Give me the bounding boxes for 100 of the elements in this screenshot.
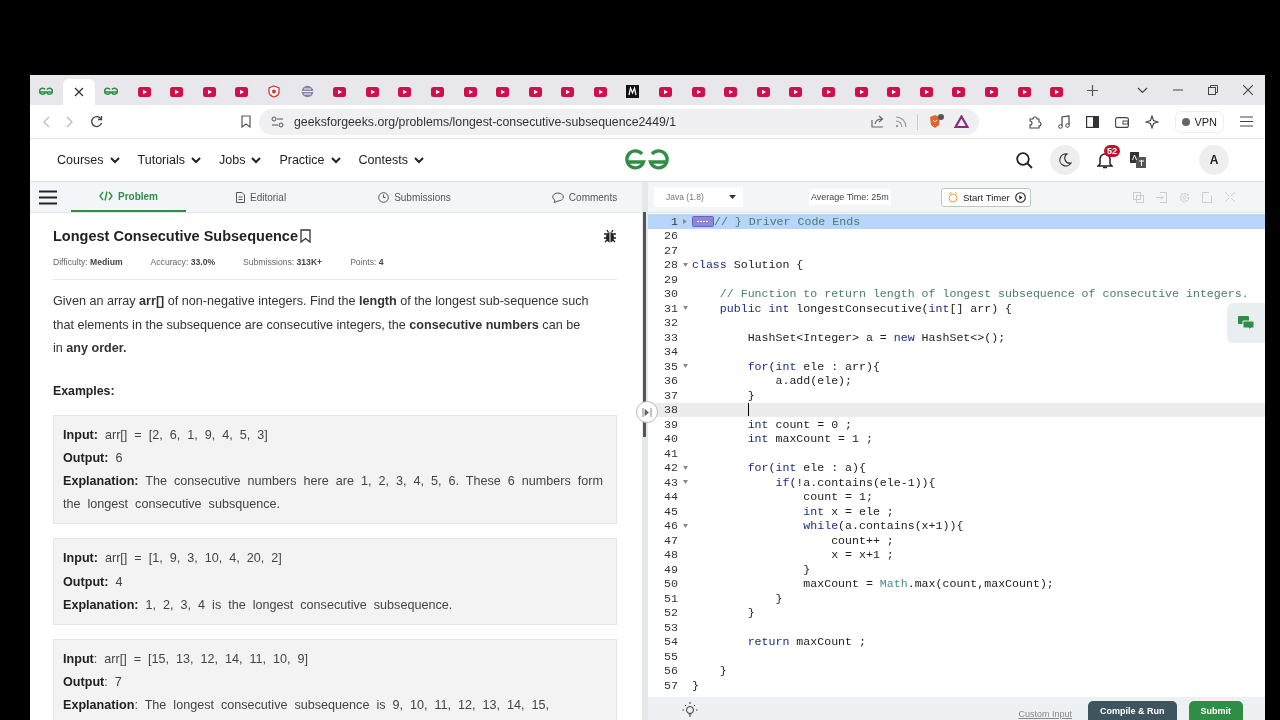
scrollbar[interactable] (643, 212, 646, 437)
play-icon (235, 86, 249, 97)
play-icon (333, 86, 347, 97)
comment-icon (551, 191, 564, 203)
clock-icon (378, 191, 390, 203)
bug-icon[interactable] (603, 229, 617, 243)
menu-icon[interactable] (39, 189, 57, 205)
start-timer-button[interactable]: Start Timer (940, 187, 1031, 207)
line-number: 31 (663, 301, 678, 315)
line-number: 32 (663, 316, 678, 330)
code-line: count = 1; (802, 490, 873, 504)
fold-caret-icon[interactable] (682, 262, 688, 267)
lion-shield-icon[interactable] (928, 113, 944, 130)
fold-caret-icon[interactable] (682, 306, 688, 311)
music-icon[interactable] (1058, 114, 1071, 129)
problem-title: Longest Consecutive Subsequence (53, 228, 298, 244)
average-time: Average Time: 25m (809, 189, 891, 205)
submit-button[interactable]: Submit (1188, 701, 1243, 720)
bookmark-icon[interactable] (241, 115, 251, 128)
sparkle-icon[interactable] (1145, 114, 1160, 129)
code-line: if(!a.contains(ele-1)){ (774, 475, 936, 489)
logo[interactable] (622, 149, 672, 171)
play-icon (593, 86, 607, 97)
code-line: while(a.contains(x+1)){ (802, 519, 964, 533)
play-icon (137, 86, 151, 97)
nav-menu[interactable]: Tutorials (137, 153, 201, 167)
globe-icon (300, 85, 314, 98)
translate-icon[interactable] (1130, 152, 1146, 168)
address-bar[interactable]: geeksforgeeks.org/problems/longest-consecutive-subsequence2449/1 (259, 108, 979, 135)
fold-caret-icon[interactable] (682, 465, 688, 470)
line-number: 36 (663, 374, 678, 388)
nav-menu[interactable]: Practice (279, 153, 341, 167)
shield-icon (268, 85, 281, 98)
search-icon[interactable] (1016, 151, 1033, 169)
wallet-icon[interactable] (1115, 115, 1130, 128)
favicon-icon (39, 87, 54, 96)
theme-toggle[interactable] (1050, 145, 1080, 175)
lightbulb-icon[interactable] (682, 700, 698, 717)
fold-caret-icon[interactable] (682, 523, 688, 528)
reload-icon[interactable] (90, 115, 103, 128)
site-settings-icon[interactable] (271, 115, 284, 128)
triangle-icon[interactable] (954, 115, 969, 128)
problem-tab[interactable]: Submissions (370, 182, 459, 212)
chat-button[interactable] (1227, 303, 1265, 343)
line-number: 28 (663, 258, 678, 272)
fold-caret-icon[interactable] (683, 218, 687, 224)
example-text: Explanation: The longest consecutive subsequence is 9, 10, 11, 12, 13, 14, 15, (63, 697, 551, 715)
play-icon (854, 86, 868, 97)
problem-tab[interactable]: Editorial (228, 182, 295, 212)
problem-stat: Difficulty: Medium (53, 257, 123, 267)
moon-icon (1058, 153, 1072, 167)
user-avatar[interactable]: A (1199, 145, 1229, 175)
play-icon (365, 86, 379, 97)
restore-icon[interactable] (1208, 85, 1218, 95)
resize-handle[interactable] (636, 401, 658, 423)
bookmark-icon[interactable] (299, 229, 311, 243)
fold-caret-icon[interactable] (682, 364, 688, 369)
language-dropdown[interactable]: Java (1.8) (654, 187, 743, 207)
chevron-down-icon[interactable] (1137, 86, 1148, 94)
fold-caret-icon[interactable] (682, 480, 688, 485)
problem-tab[interactable]: Problem (71, 182, 186, 212)
sidebar-icon[interactable] (1086, 115, 1100, 128)
nav-menu[interactable]: Courses (57, 153, 120, 167)
rss-icon[interactable] (895, 115, 907, 128)
line-number: 51 (663, 591, 678, 605)
line-number: 43 (663, 475, 678, 489)
line-number: 42 (663, 461, 678, 475)
example-text: Output: 7 (63, 674, 123, 692)
close-icon[interactable] (1243, 85, 1253, 95)
vpn-button[interactable]: VPN (1175, 110, 1224, 133)
document-icon (236, 191, 245, 203)
line-number: 35 (663, 359, 678, 373)
nav-menu[interactable]: Contests (358, 153, 424, 167)
problem-tab[interactable]: Comments (543, 182, 626, 212)
alarm-icon (947, 191, 958, 203)
play-icon (789, 86, 803, 97)
share-icon[interactable] (871, 115, 885, 128)
code-line: } (746, 606, 755, 620)
code-line: int maxCount = 1 ; (746, 432, 873, 446)
code-line: a.add(ele); (774, 374, 853, 388)
example-text: Input: arr[] = [15, 13, 12, 14, 11, 10, 9] (63, 650, 310, 668)
code-line: for(int ele : a){ (746, 461, 866, 475)
line-number: 26 (663, 229, 678, 243)
line-number: 56 (663, 664, 678, 678)
play-icon (1014, 191, 1026, 203)
new-tab-icon[interactable] (1087, 84, 1098, 96)
code-icon (99, 191, 113, 201)
code-line: class Solution { (692, 258, 804, 272)
play-icon (496, 86, 510, 97)
line-number: 46 (663, 519, 678, 533)
favicon-icon (104, 87, 119, 96)
puzzle-icon[interactable] (1028, 114, 1043, 129)
folded-code-icon[interactable] (692, 215, 714, 227)
play-icon (1017, 86, 1031, 97)
url-text: geeksforgeeks.org/problems/longest-consecutive-subsequence2449/1 (294, 114, 677, 129)
close-icon[interactable] (73, 86, 84, 97)
nav-menu[interactable]: Jobs (219, 153, 262, 167)
menu-icon[interactable] (1240, 116, 1253, 127)
play-icon (202, 86, 216, 97)
compile-run-button[interactable]: Compile & Run (1088, 701, 1177, 720)
